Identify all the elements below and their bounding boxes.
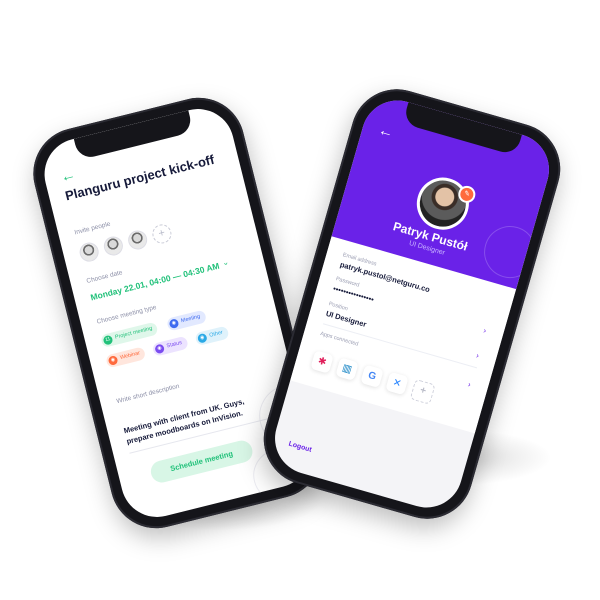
other-icon: ◉ [196, 332, 208, 344]
date-label: Choose date [85, 269, 124, 285]
meeting-type-meeting[interactable]: ◉ Meeting [166, 309, 207, 332]
chip-label: Webinar [119, 350, 141, 362]
jira-icon[interactable]: ✕ [385, 371, 409, 396]
invite-label: Invite people [73, 220, 112, 237]
slack-icon[interactable]: ✱ [310, 350, 334, 374]
avatar[interactable] [126, 228, 150, 252]
status-icon: ◉ [154, 343, 166, 355]
trello-icon[interactable]: ▥ [335, 357, 359, 381]
date-picker[interactable]: Monday 22.01, 04:00 — 04:30 AM [89, 261, 220, 303]
chip-label: Status [166, 339, 183, 350]
project-meeting-icon: 11 [102, 334, 114, 346]
schedule-meeting-button[interactable]: Schedule meeting [148, 438, 255, 485]
meeting-icon: ◉ [168, 318, 180, 330]
add-person-plus-icon[interactable]: + [150, 222, 174, 246]
meeting-type-project-meeting[interactable]: 11 Project meeting [100, 321, 159, 348]
chip-label: Other [208, 329, 224, 339]
chip-label: Project meeting [114, 325, 153, 341]
google-icon[interactable]: G [360, 364, 384, 389]
phone-notch [73, 110, 194, 161]
chip-label: Meeting [180, 313, 201, 325]
avatar[interactable] [77, 240, 101, 264]
webinar-icon: ◉ [107, 355, 119, 366]
meeting-type-status[interactable]: ◉ Status [151, 335, 189, 357]
description-label: Write short description [115, 382, 181, 406]
logout-link[interactable]: Logout [288, 441, 313, 454]
meeting-type-webinar[interactable]: ◉ Webinar [105, 346, 147, 369]
back-arrow-icon[interactable]: ← [59, 166, 78, 186]
meeting-type-other[interactable]: ◉ Other [194, 325, 230, 347]
avatar[interactable] [101, 234, 125, 258]
chevron-down-icon[interactable]: ⌄ [221, 257, 230, 267]
